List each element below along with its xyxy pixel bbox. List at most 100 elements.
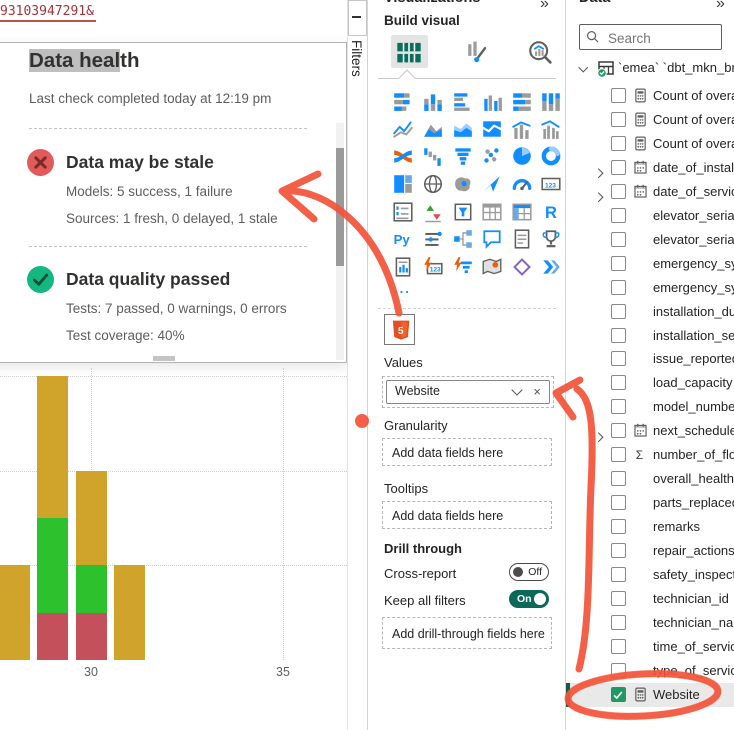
field-checkbox[interactable] xyxy=(611,591,626,606)
bar-segment-red[interactable] xyxy=(76,613,107,660)
100-stacked-column-chart-icon[interactable] xyxy=(540,90,562,112)
bar-segment-yellow[interactable] xyxy=(0,565,30,660)
card-icon[interactable]: 123 xyxy=(540,173,562,195)
field-row[interactable]: parts_replaced xyxy=(566,491,734,515)
keep-all-filters-toggle[interactable]: On xyxy=(509,590,549,608)
table-icon[interactable] xyxy=(481,201,503,223)
donut-chart-icon[interactable] xyxy=(540,145,562,167)
field-row[interactable]: installation_serv. xyxy=(566,324,734,348)
waterfall-chart-icon[interactable] xyxy=(422,145,444,167)
search-box[interactable] xyxy=(579,24,722,50)
paginated-report-icon[interactable] xyxy=(392,256,414,278)
drill-through-field-well[interactable]: Add drill-through fields here xyxy=(382,617,552,649)
field-checkbox[interactable] xyxy=(611,375,626,390)
gauge-icon[interactable] xyxy=(511,173,533,195)
cross-report-toggle[interactable]: Off xyxy=(509,563,549,581)
clustered-bar-chart-icon[interactable] xyxy=(452,90,474,112)
field-row[interactable]: technician_id xyxy=(566,587,734,611)
canvas-scrollbar-button[interactable] xyxy=(348,0,367,36)
table-root-row[interactable]: `emea` `dbt_mkn_bron. xyxy=(566,56,734,80)
field-checkbox[interactable] xyxy=(611,280,626,295)
field-checkbox[interactable] xyxy=(611,543,626,558)
field-checkbox[interactable] xyxy=(611,471,626,486)
field-checkbox[interactable] xyxy=(611,567,626,582)
multi-row-card-icon[interactable] xyxy=(392,201,414,223)
chevron-double-right-icon[interactable]: » xyxy=(540,0,549,13)
field-row[interactable]: installation_dur.. xyxy=(566,300,734,324)
line-and-stacked-column-chart-icon[interactable] xyxy=(511,118,533,140)
analytics-icon[interactable] xyxy=(527,39,553,65)
field-row[interactable]: Count of overal.. xyxy=(566,84,734,108)
chevron-right-icon[interactable] xyxy=(594,193,603,202)
field-checkbox[interactable] xyxy=(611,423,626,438)
field-row[interactable]: safety_inspectio. xyxy=(566,563,734,587)
azure-map-icon[interactable] xyxy=(481,173,503,195)
field-checkbox[interactable] xyxy=(611,88,626,103)
lightning-123-icon[interactable]: 123 xyxy=(422,256,444,278)
field-checkbox[interactable] xyxy=(611,328,626,343)
kpi-icon[interactable] xyxy=(422,201,444,223)
field-row[interactable]: emergency_syst. xyxy=(566,276,734,300)
100-stacked-area-chart-icon[interactable] xyxy=(481,118,503,140)
field-row[interactable]: model_number xyxy=(566,395,734,419)
field-checkbox[interactable] xyxy=(611,208,626,223)
map-icon[interactable] xyxy=(422,173,444,195)
field-row[interactable]: Website xyxy=(566,683,734,707)
chevron-right-icon[interactable] xyxy=(594,432,603,441)
field-row[interactable]: Count of overal.. xyxy=(566,132,734,156)
build-visual-icon[interactable] xyxy=(396,39,422,65)
popup-hscrollbar-thumb[interactable] xyxy=(153,356,175,361)
field-checkbox[interactable] xyxy=(611,136,626,151)
line-chart-icon[interactable] xyxy=(392,118,414,140)
ribbon-chart-icon[interactable] xyxy=(392,145,414,167)
python-visual-icon[interactable]: Py xyxy=(392,228,414,250)
field-checkbox[interactable] xyxy=(611,519,626,534)
field-checkbox[interactable] xyxy=(611,256,626,271)
scatter-chart-icon[interactable] xyxy=(481,145,503,167)
field-checkbox[interactable] xyxy=(611,399,626,414)
line-and-clustered-column-chart-icon[interactable] xyxy=(540,118,562,140)
arcgis-map-icon[interactable] xyxy=(481,256,503,278)
bar-segment-red[interactable] xyxy=(37,613,68,660)
pie-chart-icon[interactable] xyxy=(511,145,533,167)
stacked-column-chart-icon[interactable] xyxy=(422,90,444,112)
chevron-down-icon[interactable] xyxy=(511,384,522,395)
field-checkbox[interactable] xyxy=(611,232,626,247)
table-root-name[interactable]: `emea` `dbt_mkn_bron. xyxy=(618,60,734,75)
field-row[interactable]: elevator_serial_.. xyxy=(566,228,734,252)
html5-custom-visual-selected[interactable]: 5 xyxy=(384,314,415,345)
field-checkbox[interactable] xyxy=(611,304,626,319)
treemap-icon[interactable] xyxy=(392,173,414,195)
r-script-visual-icon[interactable]: R xyxy=(540,201,562,223)
field-checkbox[interactable] xyxy=(611,639,626,654)
remove-field-icon[interactable]: × xyxy=(533,384,541,399)
field-row[interactable]: emergency_syst. xyxy=(566,252,734,276)
power-automate-icon[interactable] xyxy=(540,256,562,278)
field-row[interactable]: type_of_service xyxy=(566,659,734,683)
stacked-bar-chart-icon[interactable] xyxy=(392,90,414,112)
slicer-icon[interactable] xyxy=(452,201,474,223)
decomposition-tree-icon[interactable] xyxy=(452,228,474,250)
field-row[interactable]: Σnumber_of_floo. xyxy=(566,443,734,467)
chevron-double-right-icon[interactable]: » xyxy=(716,0,725,13)
chevron-right-icon[interactable] xyxy=(594,169,603,178)
100-stacked-bar-chart-icon[interactable] xyxy=(511,90,533,112)
bar-segment-yellow[interactable] xyxy=(76,471,107,566)
field-checkbox[interactable] xyxy=(611,184,626,199)
popup-vscrollbar-thumb[interactable] xyxy=(336,148,344,266)
filters-pane-label[interactable]: Filters xyxy=(349,40,364,77)
field-row[interactable]: remarks xyxy=(566,515,734,539)
field-row[interactable]: date_of_installa.. xyxy=(566,156,734,180)
field-checkbox[interactable] xyxy=(611,447,626,462)
matrix-icon[interactable] xyxy=(511,201,533,223)
field-checkbox[interactable] xyxy=(611,351,626,366)
field-checkbox[interactable] xyxy=(611,495,626,510)
search-input[interactable] xyxy=(606,27,720,49)
stacked-area-chart-icon[interactable] xyxy=(452,118,474,140)
get-more-visuals-button[interactable]: ... xyxy=(394,281,411,296)
field-row[interactable]: date_of_service xyxy=(566,180,734,204)
field-row[interactable]: Count of overal.. xyxy=(566,108,734,132)
values-field-chip[interactable]: Website × xyxy=(386,380,550,404)
field-row[interactable]: load_capacity xyxy=(566,371,734,395)
bar-segment-green[interactable] xyxy=(76,565,107,612)
